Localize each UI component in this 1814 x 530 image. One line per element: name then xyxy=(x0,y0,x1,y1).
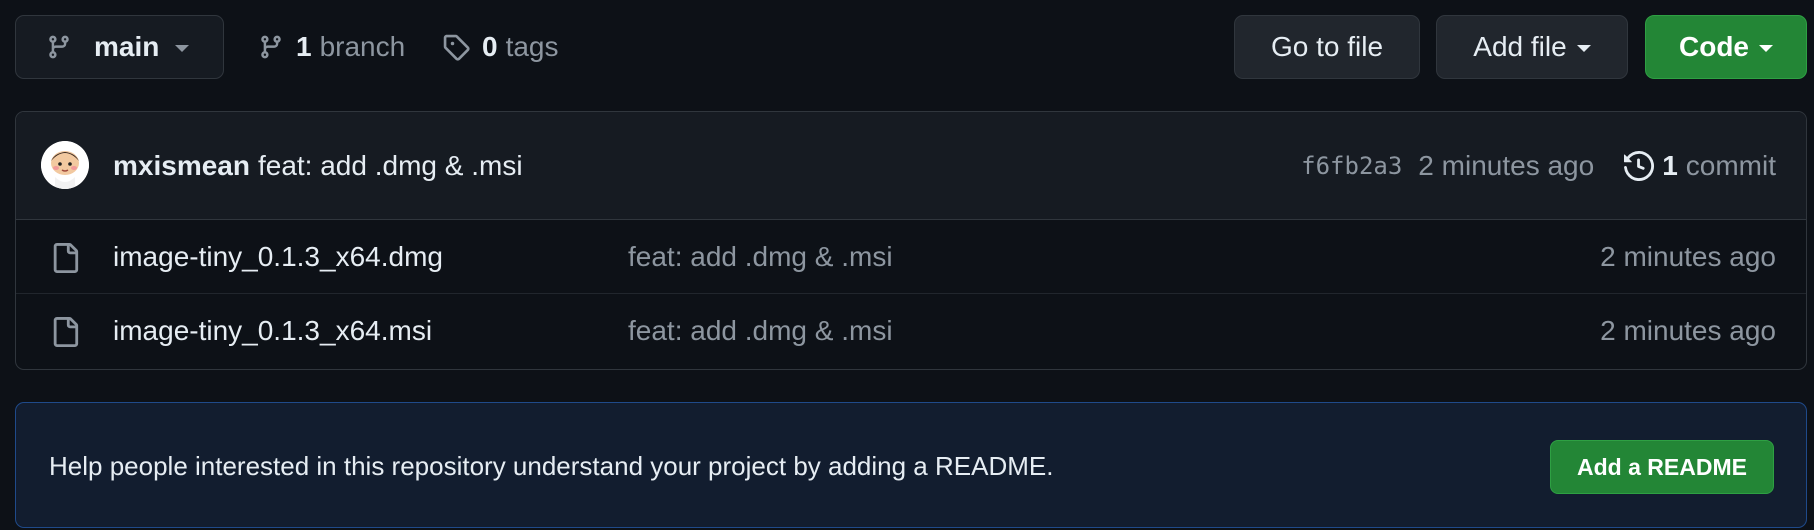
branch-name: main xyxy=(94,31,160,62)
avatar[interactable] xyxy=(41,141,89,189)
code-button[interactable]: Code xyxy=(1645,15,1807,79)
tags-link[interactable]: 0 tags xyxy=(442,15,559,79)
file-name[interactable]: image-tiny_0.1.3_x64.msi xyxy=(113,315,432,347)
code-label: Code xyxy=(1679,31,1749,62)
tags-count: 0 xyxy=(482,31,498,62)
repo-toolbar: main 1 branch 0 tags Go to file Add file… xyxy=(15,15,1807,79)
branches-link[interactable]: 1 branch xyxy=(258,15,405,79)
file-icon xyxy=(50,242,80,274)
commits-label: commit xyxy=(1685,150,1776,181)
file-commit-age: 2 minutes ago xyxy=(1600,240,1776,272)
file-icon xyxy=(50,316,80,348)
latest-commit-row: mxismean feat: add .dmg & .msi f6fb2a3 2… xyxy=(16,112,1806,220)
caret-down-icon xyxy=(175,45,190,52)
file-row: image-tiny_0.1.3_x64.msi feat: add .dmg … xyxy=(16,294,1806,368)
file-commit-age: 2 minutes ago xyxy=(1600,315,1776,346)
commit-meta: f6fb2a3 2 minutes ago 1 commit xyxy=(1301,112,1776,220)
commit-age: 2 minutes ago xyxy=(1418,150,1595,181)
caret-down-icon xyxy=(1576,45,1591,52)
add-file-button[interactable]: Add file xyxy=(1436,15,1628,79)
commit-summary: mxismean feat: add .dmg & .msi xyxy=(113,112,523,220)
add-readme-label: Add a README xyxy=(1577,453,1747,480)
repository-page: main 1 branch 0 tags Go to file Add file… xyxy=(0,0,1814,530)
add-file-label: Add file xyxy=(1473,31,1567,62)
caret-down-icon xyxy=(1759,45,1773,52)
go-to-file-button[interactable]: Go to file xyxy=(1234,15,1420,79)
commits-count: 1 xyxy=(1662,150,1678,181)
file-name[interactable]: image-tiny_0.1.3_x64.dmg xyxy=(113,241,443,273)
go-to-file-label: Go to file xyxy=(1270,31,1384,62)
git-branch-icon xyxy=(46,32,72,62)
branches-count: 1 xyxy=(296,31,312,62)
file-commit-message[interactable]: feat: add .dmg & .msi xyxy=(628,241,893,273)
file-commit-message[interactable]: feat: add .dmg & .msi xyxy=(628,315,893,347)
history-icon xyxy=(1624,151,1655,181)
commit-message[interactable]: feat: add .dmg & .msi xyxy=(258,150,523,182)
branches-label: branch xyxy=(319,31,406,62)
tags-label: tags xyxy=(505,31,559,62)
commits-history-link[interactable]: 1 commit xyxy=(1624,150,1776,182)
readme-banner-text: Help people interested in this repositor… xyxy=(49,450,1054,481)
file-row: image-tiny_0.1.3_x64.dmg feat: add .dmg … xyxy=(16,220,1806,294)
file-browser: mxismean feat: add .dmg & .msi f6fb2a3 2… xyxy=(15,111,1807,370)
readme-banner: Help people interested in this repositor… xyxy=(15,402,1807,528)
tag-icon xyxy=(442,33,470,61)
add-readme-button[interactable]: Add a README xyxy=(1550,440,1774,494)
commit-author[interactable]: mxismean xyxy=(113,150,250,182)
commit-sha[interactable]: f6fb2a3 xyxy=(1301,152,1402,180)
branch-select-button[interactable]: main xyxy=(15,15,224,79)
git-branch-icon xyxy=(258,32,284,62)
